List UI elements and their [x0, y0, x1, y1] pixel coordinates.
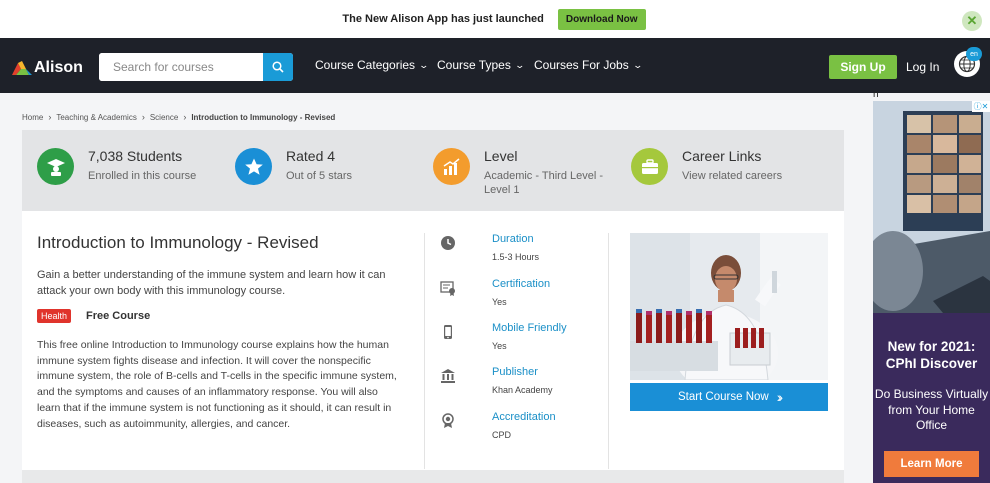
course-description: This free online Introduction to Immunol…	[37, 339, 397, 430]
stat-level: Level Academic - Third Level - Level 1	[433, 148, 624, 197]
clock-icon	[440, 235, 456, 251]
meta-label: Duration	[492, 233, 534, 245]
chevron-right-icon: ›	[141, 112, 145, 122]
meta-certification: Certification Yes	[440, 278, 550, 307]
ad-headline: New for 2021: CPhI Discover	[885, 339, 978, 371]
briefcase-icon	[631, 148, 668, 185]
search-button[interactable]	[263, 53, 293, 81]
mobile-icon	[440, 324, 456, 340]
breadcrumb-home[interactable]: Home	[22, 113, 43, 122]
meta-duration: Duration 1.5-3 Hours	[440, 233, 539, 262]
logo-text: Alison	[34, 59, 83, 76]
meta-accreditation: Accreditation CPD	[440, 411, 556, 440]
stat-title: Level	[484, 148, 518, 164]
price-label: Free Course	[86, 310, 151, 322]
course-stats: 7,038 Students Enrolled in this course Ra…	[22, 130, 844, 211]
meta-value: 1.5-3 Hours	[492, 252, 540, 262]
card-footer	[22, 470, 844, 483]
stat-sub: Academic - Third Level - Level 1	[484, 170, 604, 196]
ad-stray-text: n	[873, 89, 879, 100]
chevron-right-icon: ›	[183, 112, 187, 122]
star-icon	[235, 148, 272, 185]
breadcrumb-teaching[interactable]: Teaching & Academics	[56, 113, 137, 122]
app-banner: The New Alison App has just launched Dow…	[0, 0, 990, 38]
meta-mobile: Mobile Friendly Yes	[440, 322, 567, 351]
chevron-right-icon: ›	[48, 112, 52, 122]
alison-logo-icon	[12, 61, 32, 75]
chevron-down-icon: ⌄	[514, 59, 525, 70]
chevron-down-icon: ⌄	[418, 59, 430, 70]
stat-title: 7,038 Students	[88, 148, 183, 164]
learn-more-button[interactable]: Learn More	[884, 451, 979, 477]
course-subtitle: Gain a better understanding of the immun…	[37, 269, 386, 297]
alison-logo[interactable]: Alison	[12, 59, 83, 77]
search-bar	[99, 53, 293, 81]
course-image	[630, 233, 828, 380]
nav-link-label: Courses For Jobs	[534, 58, 629, 72]
meta-value: CPD	[492, 430, 512, 440]
meta-label: Certification	[492, 278, 551, 290]
graduate-icon	[37, 148, 74, 185]
meta-label: Mobile Friendly	[492, 322, 567, 334]
stat-rating: Rated 4 Out of 5 stars	[235, 148, 352, 185]
sign-up-button[interactable]: Sign Up	[829, 55, 897, 79]
language-badge: en	[966, 47, 982, 61]
banner-text: The New Alison App has just launched	[342, 13, 544, 25]
breadcrumb: Home › Teaching & Academics › Science › Int…	[22, 112, 335, 122]
meta-value: Yes	[492, 297, 507, 307]
meta-value: Khan Academy	[492, 385, 553, 395]
download-now-button[interactable]: Download Now	[557, 8, 646, 30]
stat-sub: View related careers	[682, 170, 783, 182]
nav-course-types[interactable]: Course Types ⌄	[437, 58, 525, 72]
search-icon	[272, 61, 284, 73]
badge-icon	[440, 413, 456, 429]
search-input[interactable]	[99, 53, 263, 81]
stat-students: 7,038 Students Enrolled in this course	[37, 148, 196, 185]
log-in-link[interactable]: Log In	[906, 60, 939, 74]
level-chart-icon	[433, 148, 470, 185]
breadcrumb-current: Introduction to Immunology - Revised	[191, 112, 336, 122]
chevron-down-icon: ⌄	[632, 59, 643, 70]
meta-label: Publisher	[492, 366, 538, 378]
meta-publisher: Publisher Khan Academy	[440, 366, 553, 395]
institution-icon	[440, 368, 456, 384]
double-chevron-right-icon: ››	[776, 389, 784, 405]
course-title: Introduction to Immunology - Revised	[37, 233, 319, 252]
stat-career-links[interactable]: Career Links View related careers	[631, 148, 782, 185]
start-course-label: Start Course Now	[677, 391, 769, 403]
stat-sub: Enrolled in this course	[88, 170, 197, 182]
nav-link-label: Course Types	[437, 58, 511, 72]
nav-courses-for-jobs[interactable]: Courses For Jobs ⌄	[534, 58, 643, 72]
meta-value: Yes	[492, 341, 507, 351]
divider	[424, 233, 425, 469]
course-card: Introduction to Immunology - Revised Gai…	[22, 211, 844, 470]
certificate-icon	[440, 280, 456, 296]
divider	[608, 233, 609, 469]
ad-body-text: Do Business Virtually from Your Home Off…	[874, 387, 989, 432]
start-course-button[interactable]: Start Course Now ››	[630, 383, 828, 411]
nav-link-label: Course Categories	[315, 58, 416, 72]
close-icon[interactable]: ✕	[962, 11, 982, 31]
category-tag[interactable]: Health	[37, 309, 72, 323]
stat-title: Career Links	[682, 148, 762, 164]
stat-sub: Out of 5 stars	[286, 170, 353, 182]
breadcrumb-science[interactable]: Science	[150, 113, 178, 122]
advertisement[interactable]: ⓘ✕ New for 2021: CPhI Discover Do Busine…	[873, 101, 990, 483]
stat-title: Rated 4	[286, 148, 336, 164]
ad-close-icon[interactable]: ⓘ✕	[972, 101, 990, 112]
meta-label: Accreditation	[492, 411, 556, 423]
ad-image	[873, 101, 990, 313]
nav-course-categories[interactable]: Course Categories ⌄	[315, 58, 430, 72]
top-navbar: Alison Course Categories⌄ Course Types⌄ …	[0, 38, 990, 93]
